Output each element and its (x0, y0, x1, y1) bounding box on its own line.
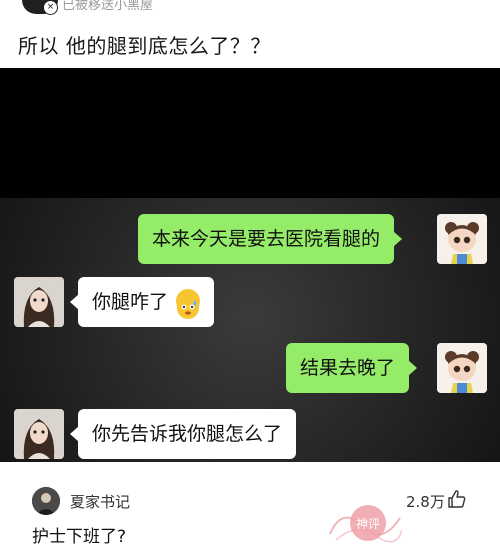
svg-text:神评: 神评 (356, 517, 380, 531)
comment-text: 护士下班了? (32, 527, 127, 547)
post-image[interactable]: 本来今天是要去医院看腿的 你腿咋了 结果去晚了 你先告诉我你腿怎么了 (0, 68, 500, 462)
commenter-name[interactable]: 夏家书记 (70, 491, 130, 512)
god-comment-stamp: 神评 (329, 505, 402, 543)
girl-avatar (14, 277, 64, 327)
thumbs-up-icon[interactable] (447, 489, 467, 509)
message-text: 本来今天是要去医院看腿的 (152, 228, 381, 250)
girl-avatar (14, 409, 64, 459)
message-text: 你腿咋了 (92, 291, 169, 313)
chat-bubble-incoming: 你腿咋了 (69, 277, 215, 327)
doll-avatar (437, 343, 487, 393)
chat-bubble-incoming: 你先告诉我你腿怎么了 (69, 409, 297, 459)
like-count: 2.8万 (406, 493, 445, 511)
post-title: 所以 他的腿到底怎么了？？ (18, 34, 271, 58)
commenter-avatar[interactable] (32, 487, 60, 515)
doll-avatar (437, 214, 487, 264)
message-text: 结果去晚了 (300, 357, 396, 379)
top-status-line: × 已被移送小黑屋 (0, 0, 500, 18)
moved-notice: 已被移送小黑屋 (62, 0, 154, 13)
sweating-face-icon (176, 288, 201, 319)
chat-bubble-outgoing: 本来今天是要去医院看腿的 (138, 214, 403, 264)
close-icon[interactable]: × (43, 0, 58, 15)
top-comment: 夏家书记 2.8万 护士下班了? 神评 (0, 472, 500, 549)
chat-bubble-outgoing: 结果去晚了 (286, 343, 418, 393)
message-text: 你先告诉我你腿怎么了 (92, 423, 283, 445)
